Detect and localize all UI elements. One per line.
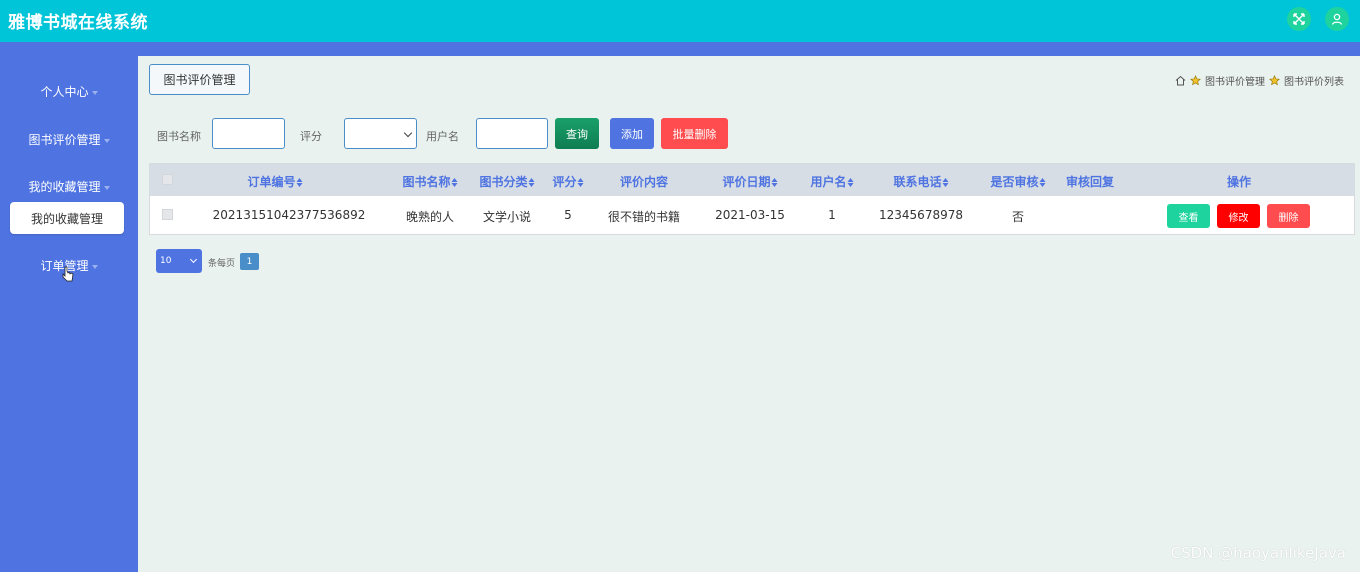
star-icon — [1190, 75, 1201, 86]
breadcrumb-item[interactable]: 图书评价管理 — [1205, 73, 1265, 88]
cell-audited: 否 — [1011, 210, 1025, 224]
sidebar-item-personal-center[interactable]: 个人中心 — [0, 83, 138, 100]
row-checkbox[interactable] — [162, 209, 173, 220]
watermark: CSDN @haoyanlikeJava — [1170, 544, 1346, 562]
mouse-cursor-icon — [62, 266, 74, 282]
batch-delete-button[interactable]: 批量删除 — [661, 118, 728, 149]
sidebar-subitem-favorites[interactable]: 我的收藏管理 — [10, 202, 124, 234]
edit-button[interactable]: 修改 — [1217, 204, 1260, 228]
username-label: 用户名 — [426, 130, 459, 143]
col-audited[interactable]: 是否审核 — [990, 173, 1046, 190]
caret-down-icon — [103, 138, 110, 143]
cell-phone: 12345678978 — [879, 208, 963, 222]
home-icon[interactable] — [1175, 75, 1186, 86]
cell-rating: 5 — [564, 208, 572, 222]
query-button[interactable]: 查询 — [555, 118, 599, 149]
app-title: 雅博书城在线系统 — [8, 13, 148, 33]
page-number-button[interactable]: 1 — [240, 253, 259, 270]
sidebar: 个人中心 图书评价管理 我的收藏管理 我的收藏管理 订单管理 — [0, 56, 138, 572]
review-table: 订单编号 图书名称 图书分类 评分 评价内容 评价日期 用户名 联系电话 是否审… — [149, 163, 1355, 235]
col-reply: 审核回复 — [1065, 175, 1115, 189]
cell-order-no: 20213151042377536892 — [212, 208, 366, 222]
col-username[interactable]: 用户名 — [810, 173, 854, 190]
sidebar-item-label: 我的收藏管理 — [28, 180, 101, 194]
cell-content: 很不错的书籍 — [607, 210, 681, 224]
col-rating[interactable]: 评分 — [552, 173, 584, 190]
sort-icon — [296, 177, 303, 188]
sidebar-item-label: 个人中心 — [40, 85, 89, 99]
col-category[interactable]: 图书分类 — [479, 173, 535, 190]
caret-down-icon — [91, 90, 98, 95]
book-name-label: 图书名称 — [157, 130, 201, 143]
rating-label: 评分 — [300, 130, 322, 143]
header-strip — [0, 42, 1360, 56]
page-tab[interactable]: 图书评价管理 — [149, 64, 250, 95]
col-phone[interactable]: 联系电话 — [893, 173, 949, 190]
sidebar-item-favorites[interactable]: 我的收藏管理 — [0, 178, 138, 195]
top-header: 雅博书城在线系统 — [0, 0, 1360, 42]
sort-icon — [577, 177, 584, 188]
add-button[interactable]: 添加 — [610, 118, 654, 149]
col-actions: 操作 — [1226, 175, 1252, 189]
chevron-down-icon — [189, 255, 198, 264]
select-all-checkbox[interactable] — [162, 174, 173, 185]
breadcrumb: 图书评价管理 图书评价列表 — [1175, 73, 1344, 88]
caret-down-icon — [91, 264, 98, 269]
sidebar-item-label: 图书评价管理 — [28, 133, 101, 147]
sidebar-item-book-review[interactable]: 图书评价管理 — [0, 131, 138, 148]
sort-icon — [528, 177, 535, 188]
col-order-no[interactable]: 订单编号 — [247, 173, 303, 190]
sort-icon — [1039, 177, 1046, 188]
user-button[interactable] — [1325, 7, 1349, 31]
table-row: 20213151042377536892 晚熟的人 文学小说 5 很不错的书籍 … — [150, 196, 1354, 234]
book-name-input[interactable] — [212, 118, 285, 149]
cell-date: 2021-03-15 — [715, 208, 785, 222]
caret-down-icon — [103, 185, 110, 190]
fullscreen-button[interactable] — [1287, 7, 1311, 31]
username-input[interactable] — [476, 118, 548, 149]
cell-category: 文学小说 — [482, 210, 532, 224]
chevron-down-icon — [403, 128, 413, 138]
page-size-select[interactable]: 10 — [156, 249, 202, 273]
user-icon — [1331, 13, 1343, 25]
star-icon — [1269, 75, 1280, 86]
table-header: 订单编号 图书名称 图书分类 评分 评价内容 评价日期 用户名 联系电话 是否审… — [150, 164, 1354, 196]
page-size-value: 10 — [160, 256, 172, 266]
fullscreen-icon — [1293, 13, 1305, 25]
breadcrumb-item: 图书评价列表 — [1284, 77, 1344, 88]
col-date[interactable]: 评价日期 — [722, 173, 778, 190]
sort-icon — [847, 177, 854, 188]
search-bar: 图书名称 评分 用户名 查询 添加 批量删除 — [138, 118, 1360, 150]
sort-icon — [942, 177, 949, 188]
view-button[interactable]: 查看 — [1167, 204, 1210, 228]
cell-book-name: 晚熟的人 — [405, 210, 455, 224]
delete-button[interactable]: 删除 — [1267, 204, 1310, 228]
sort-icon — [451, 177, 458, 188]
page-size-label: 条每页 — [208, 259, 236, 269]
main-content: 图书评价管理 图书评价管理 图书评价列表 图书名称 评分 用户名 查询 添加 批… — [138, 56, 1360, 572]
col-content: 评价内容 — [619, 175, 669, 189]
sort-icon — [771, 177, 778, 188]
col-book-name[interactable]: 图书名称 — [402, 173, 458, 190]
cell-username: 1 — [828, 208, 836, 222]
rating-select[interactable] — [344, 118, 417, 149]
